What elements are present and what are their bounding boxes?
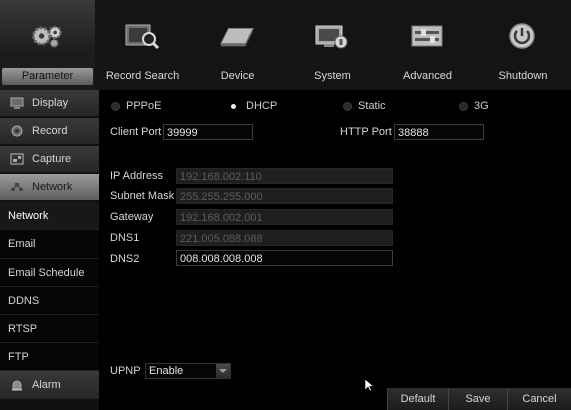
- menu-shutdown[interactable]: Shutdown: [475, 0, 571, 90]
- sidebar-item-label: Display: [32, 97, 69, 109]
- sidebar: Display Record Capture Network Network E…: [0, 90, 99, 410]
- radio-dhcp[interactable]: DHCP: [227, 99, 277, 113]
- http-port-label: HTTP Port: [340, 126, 392, 138]
- menu-label: Device: [220, 70, 255, 82]
- sidebar-subitem-ddns[interactable]: DDNS: [0, 287, 99, 315]
- network-icon: [10, 181, 24, 193]
- ip-address-input[interactable]: 192.168.002.110: [176, 168, 393, 184]
- advanced-icon: [409, 21, 445, 51]
- upnp-label: UPNP: [110, 365, 141, 377]
- sidebar-item-capture[interactable]: Capture: [0, 146, 99, 173]
- menu-label: System: [314, 70, 351, 82]
- radio-label: DHCP: [246, 100, 278, 112]
- subnet-mask-label: Subnet Mask: [110, 190, 175, 202]
- upnp-select[interactable]: Enable: [145, 363, 231, 379]
- network-settings-panel: PPPoE DHCP Static 3G Client Port 39999 H…: [99, 90, 571, 410]
- device-icon: [219, 21, 255, 51]
- cancel-button[interactable]: Cancel: [507, 388, 571, 410]
- capture-icon: [10, 153, 24, 165]
- mouse-cursor-icon: [364, 378, 375, 395]
- sidebar-subitem-label: Email: [8, 238, 36, 250]
- dns2-label: DNS2: [110, 253, 140, 265]
- radio-3g[interactable]: 3G: [459, 99, 489, 113]
- radio-dot-selected: [231, 103, 236, 109]
- sidebar-subitem-email[interactable]: Email: [0, 230, 99, 259]
- sidebar-subitem-label: Email Schedule: [8, 266, 85, 279]
- sidebar-subitem-network[interactable]: Network: [0, 202, 99, 230]
- gateway-input[interactable]: 192.168.002.001: [176, 209, 393, 225]
- radio-static[interactable]: Static: [343, 99, 386, 113]
- record-icon: [10, 125, 24, 137]
- radio-label: PPPoE: [126, 100, 162, 112]
- subnet-mask-input[interactable]: 255.255.255.000: [176, 188, 393, 204]
- radio-dot: [111, 101, 120, 111]
- alarm-icon: [10, 379, 24, 391]
- record-search-icon: [124, 21, 160, 51]
- sidebar-subitem-email-schedule[interactable]: Email Schedule: [0, 259, 99, 287]
- menu-label: Shutdown: [498, 70, 548, 82]
- menu-label: Parameter: [2, 68, 93, 85]
- sidebar-subitem-ftp[interactable]: FTP: [0, 343, 99, 371]
- sidebar-item-network[interactable]: Network: [0, 174, 99, 201]
- sidebar-item-label: Alarm: [32, 379, 61, 391]
- sidebar-item-label: Capture: [32, 153, 72, 165]
- sidebar-subitem-rtsp[interactable]: RTSP: [0, 315, 99, 343]
- radio-dot: [459, 101, 468, 111]
- sidebar-item-record[interactable]: Record: [0, 118, 99, 145]
- menu-label: Advanced: [403, 70, 452, 82]
- menu-record-search[interactable]: Record Search: [95, 0, 190, 90]
- sidebar-subitem-label: Network: [8, 209, 49, 222]
- dns1-label: DNS1: [110, 232, 140, 244]
- sidebar-item-label: Network: [32, 181, 73, 193]
- display-icon: [10, 97, 24, 109]
- sidebar-item-label: Record: [32, 125, 68, 137]
- system-icon: [314, 21, 350, 51]
- sidebar-subitem-label: DDNS: [8, 294, 40, 307]
- sidebar-item-alarm[interactable]: Alarm: [0, 371, 99, 400]
- sidebar-item-display[interactable]: Display: [0, 90, 99, 117]
- power-icon: [504, 21, 540, 51]
- dns1-input[interactable]: 221.005.088.088: [176, 230, 393, 246]
- save-button[interactable]: Save: [448, 388, 507, 410]
- gateway-label: Gateway: [110, 211, 154, 223]
- http-port-input[interactable]: 38888: [394, 124, 484, 140]
- radio-pppoe[interactable]: PPPoE: [111, 99, 161, 113]
- upnp-selected-value: Enable: [149, 365, 184, 377]
- menu-device[interactable]: Device: [190, 0, 285, 90]
- radio-dot: [343, 101, 352, 111]
- top-menu-bar: Parameter Record Search Device System Ad…: [0, 0, 571, 90]
- menu-parameter[interactable]: Parameter: [0, 0, 95, 90]
- sidebar-subitem-label: RTSP: [8, 322, 38, 335]
- radio-label: Static: [358, 100, 386, 112]
- sidebar-subitem-label: FTP: [8, 350, 29, 363]
- ip-address-label: IP Address: [110, 170, 163, 182]
- menu-system[interactable]: System: [285, 0, 380, 90]
- radio-label: 3G: [474, 100, 489, 112]
- client-port-label: Client Port: [110, 126, 162, 138]
- menu-label: Record Search: [105, 70, 180, 82]
- default-button[interactable]: Default: [387, 388, 448, 410]
- client-port-input[interactable]: 39999: [163, 124, 253, 140]
- chevron-down-icon[interactable]: [216, 364, 230, 378]
- gears-icon: [29, 21, 65, 51]
- menu-advanced[interactable]: Advanced: [380, 0, 475, 90]
- dns2-input[interactable]: 008.008.008.008: [176, 250, 393, 266]
